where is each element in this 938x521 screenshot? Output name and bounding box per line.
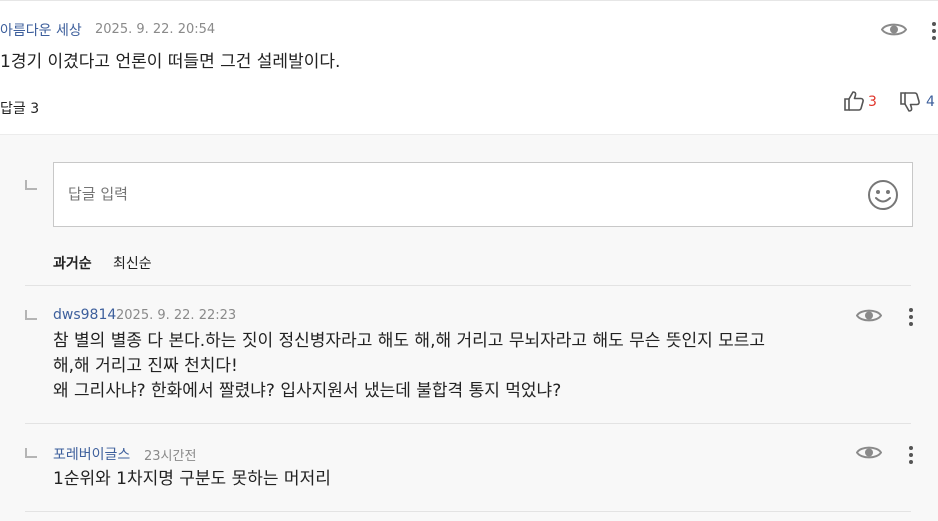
eye-icon[interactable] (856, 307, 882, 324)
reply-toggle-button[interactable]: 답글 3 (0, 98, 39, 118)
reply-text: 1순위와 1차지명 구분도 못하는 머저리 (53, 467, 331, 492)
comment-author[interactable]: 아름다운 세상 (0, 20, 82, 40)
reply-arrow-icon (25, 310, 37, 320)
more-vertical-icon[interactable] (909, 446, 913, 467)
reply-author[interactable]: 포레버이글스 (53, 444, 130, 464)
divider (25, 423, 911, 424)
reply-arrow-icon (25, 448, 37, 458)
reply-date: 2025. 9. 22. 22:23 (116, 308, 237, 323)
reply-label: 답글 (0, 101, 26, 117)
reply-input[interactable] (68, 185, 828, 203)
reply-input-box[interactable] (53, 162, 913, 227)
reply-count: 3 (30, 101, 40, 117)
reply-line: 해,해 거리고 진짜 천치다! (53, 356, 238, 376)
dislike-count: 4 (926, 94, 935, 110)
divider (25, 511, 911, 512)
top-divider (0, 0, 938, 1)
sort-newest-tab[interactable]: 최신순 (113, 253, 152, 273)
more-vertical-icon[interactable] (932, 22, 936, 43)
thumbs-up-icon[interactable] (843, 90, 865, 112)
reply-line: 1순위와 1차지명 구분도 못하는 머저리 (53, 469, 331, 489)
reply-line: 왜 그리사냐? 한화에서 짤렸냐? 입사지원서 냈는데 불합격 통지 먹었냐? (53, 381, 562, 401)
divider (25, 285, 911, 286)
thumbs-down-icon[interactable] (899, 91, 921, 113)
more-vertical-icon[interactable] (909, 308, 913, 329)
sort-oldest-tab[interactable]: 과거순 (53, 253, 92, 273)
eye-icon[interactable] (881, 21, 907, 38)
comment-date: 2025. 9. 22. 20:54 (95, 22, 216, 37)
eye-icon[interactable] (856, 444, 882, 461)
reply-text: 참 별의 별종 다 본다.하는 짓이 정신병자라고 해도 해,해 거리고 무뇌자… (53, 329, 765, 404)
like-count: 3 (868, 94, 877, 110)
comment-text: 1경기 이겼다고 언론이 떠들면 그건 설레발이다. (0, 52, 341, 72)
reply-line: 참 별의 별종 다 본다.하는 짓이 정신병자라고 해도 해,해 거리고 무뇌자… (53, 331, 766, 351)
smiley-icon[interactable] (867, 179, 899, 211)
reply-date: 23시간전 (144, 449, 197, 464)
reply-arrow-icon (25, 180, 37, 190)
reply-author[interactable]: dws9814 (53, 307, 116, 323)
